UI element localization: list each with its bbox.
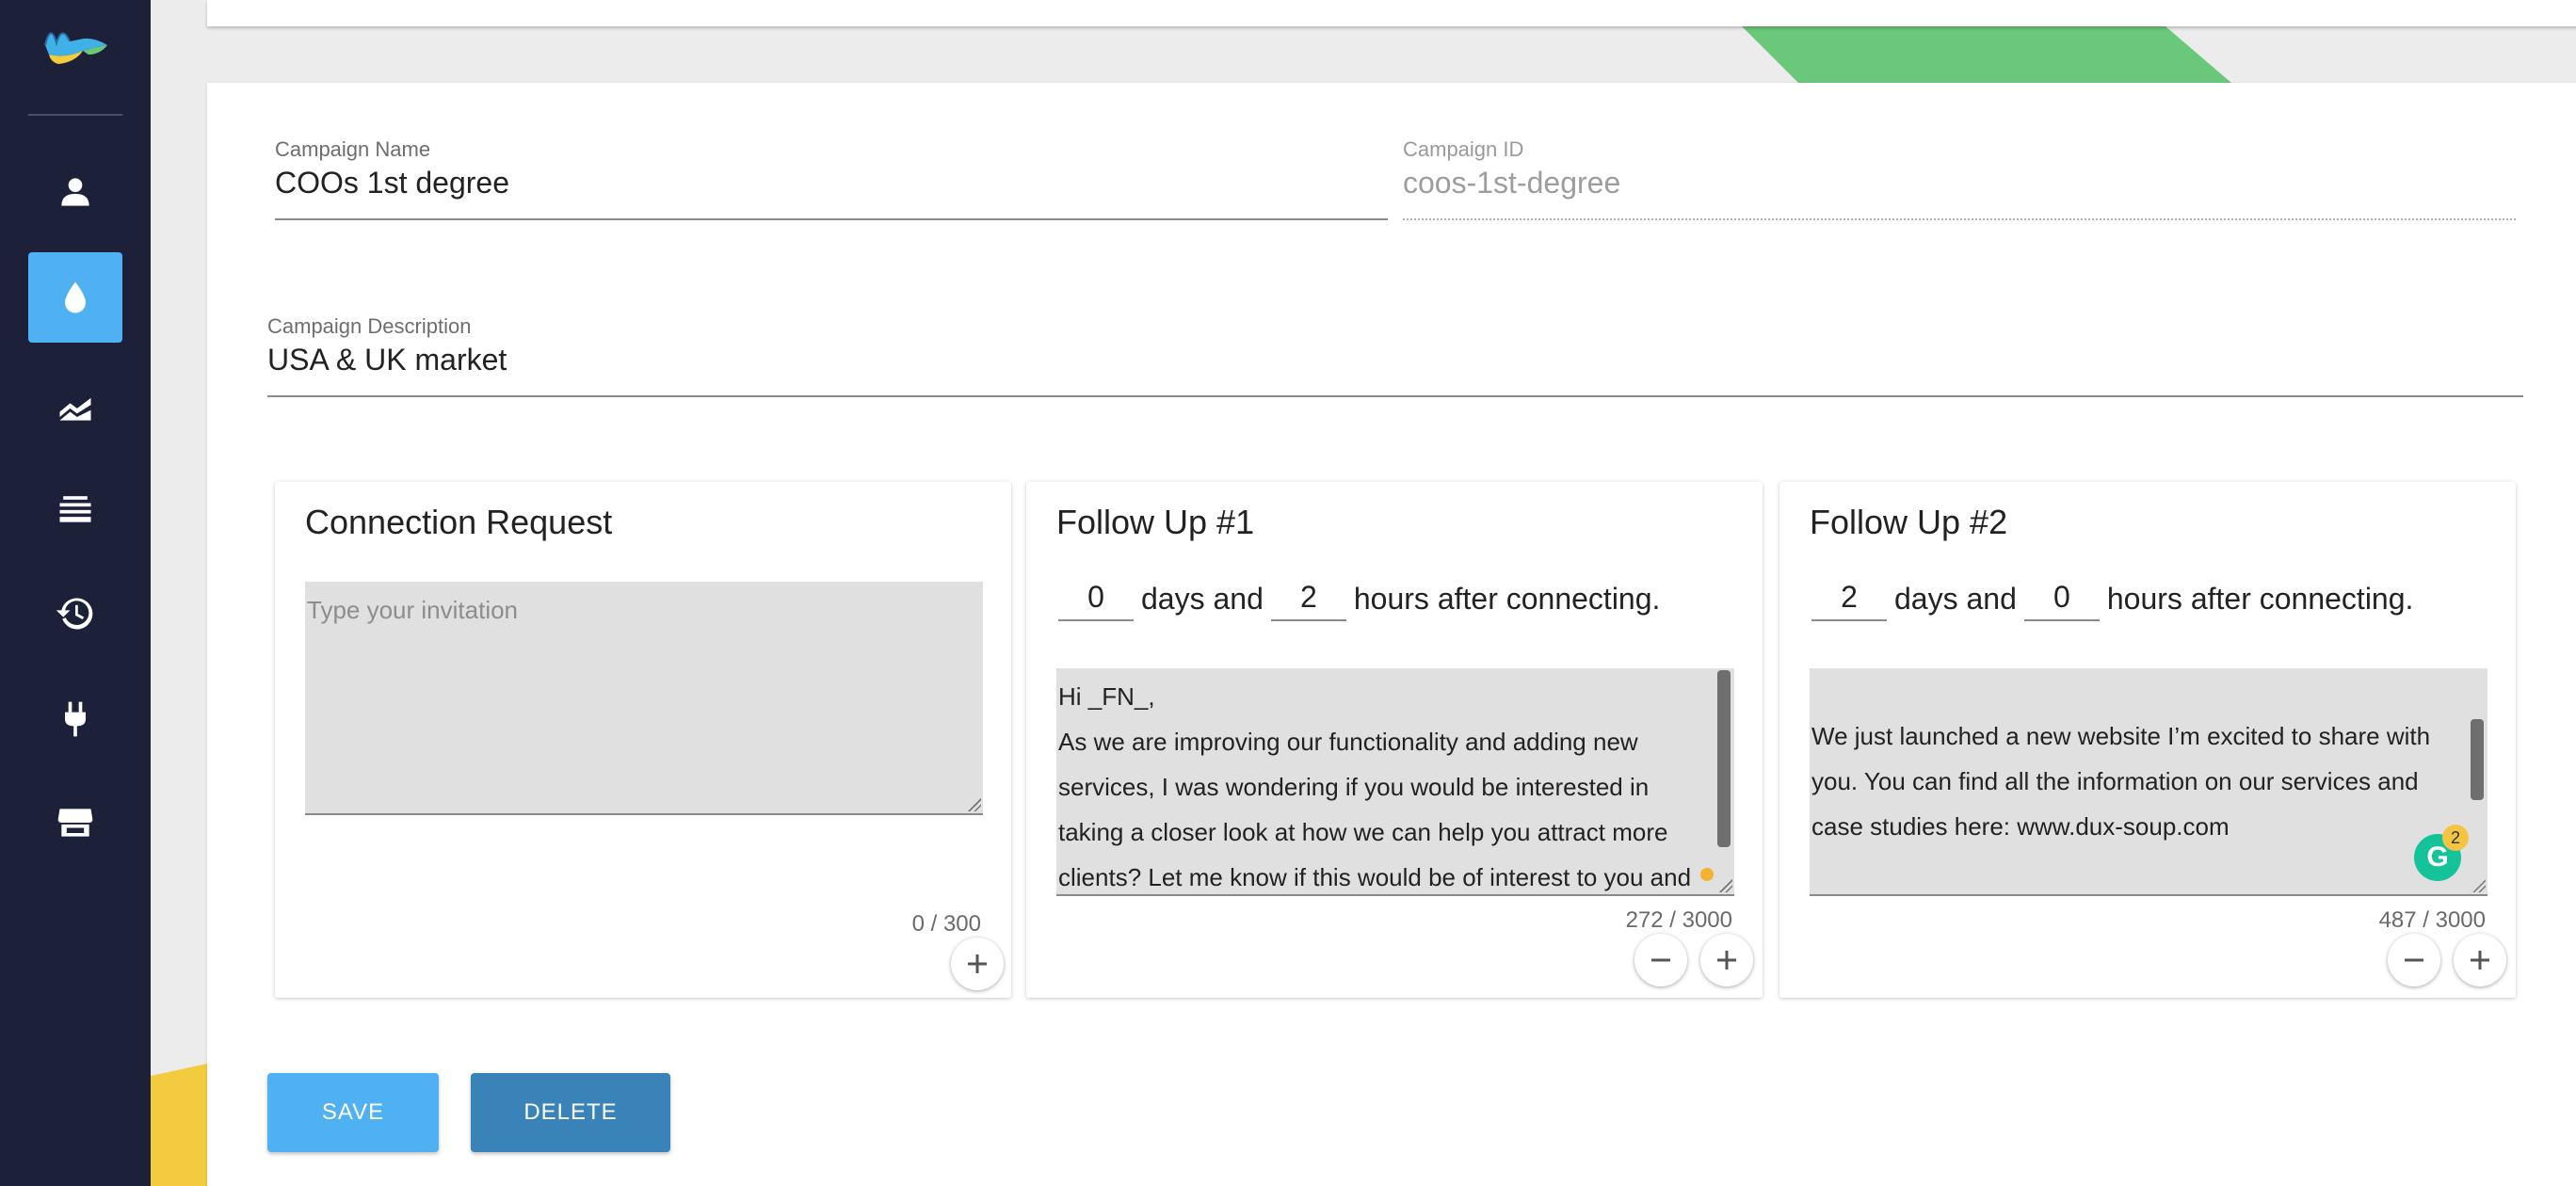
follow-up-1-days-input[interactable]: 0 [1058,576,1134,621]
connection-request-title: Connection Request [305,503,613,541]
delete-button[interactable]: DELETE [471,1073,670,1152]
message-line: case studies here: www.dux-soup.com [1811,812,2230,841]
add-message-button[interactable] [951,938,1004,990]
remove-message-button[interactable] [1634,934,1687,986]
campaign-id-field: Campaign ID coos-1st-degree [1403,137,2516,220]
message-line: We just launched a new website I’m excit… [1811,722,2431,750]
sidebar-item-queue[interactable] [28,463,122,553]
plus-icon [968,954,987,973]
sidebar [0,0,151,1186]
follow-up-2-counter: 487 / 3000 [2378,907,2486,933]
scrollbar[interactable] [2471,719,2484,800]
store-icon [57,809,93,837]
connection-request-placeholder: Type your invitation [307,596,519,624]
grammarly-dot-icon [1700,868,1714,881]
follow-up-2-days-input[interactable]: 2 [1811,576,1887,621]
resize-handle[interactable] [2472,879,2486,892]
message-line: services, I was wondering if you would b… [1058,773,1650,801]
sidebar-item-campaigns[interactable] [28,252,122,343]
campaign-name-label: Campaign Name [275,137,431,161]
plus-icon [1717,951,1736,970]
drop-icon [65,281,86,313]
follow-up-1-counter: 272 / 3000 [1625,907,1732,933]
campaign-description-input[interactable]: USA & UK market [267,343,507,377]
plus-icon [2471,951,2489,970]
resize-handle[interactable] [1719,879,1732,892]
sidebar-item-statistics[interactable] [28,361,122,452]
message-line: taking a closer look at how we can help … [1058,818,1668,846]
campaign-id-label: Campaign ID [1403,137,1524,161]
sidebar-item-history[interactable] [28,569,122,659]
campaign-name-field[interactable]: Campaign Name COOs 1st degree [275,137,1388,220]
follow-up-2-title: Follow Up #2 [1810,503,2008,541]
days-label: days and [1894,581,2017,616]
follow-up-1-title: Follow Up #1 [1056,503,1255,541]
sidebar-item-profile[interactable] [28,147,122,237]
add-message-button[interactable] [2454,934,2506,986]
campaign-description-field[interactable]: Campaign Description USA & UK market [267,314,2523,397]
message-line: As we are improving our functionality an… [1058,728,1638,756]
follow-up-1-card: Follow Up #1 0 days and 2 hours after co… [1026,482,1763,998]
campaign-name-input[interactable]: COOs 1st degree [275,166,509,200]
message-line: Hi _FN_, [1058,682,1155,711]
remove-message-button[interactable] [2388,934,2440,986]
history-icon [56,598,93,630]
sidebar-item-integrations[interactable] [28,674,122,764]
plug-icon [65,701,86,737]
hours-label: hours after connecting. [2106,581,2414,616]
save-button[interactable]: SAVE [267,1073,439,1152]
follow-up-1-textarea[interactable]: Hi _FN_, As we are improving our functio… [1056,668,1734,896]
follow-up-2-card: Follow Up #2 2 days and 0 hours after co… [1779,482,2516,998]
connection-request-textarea[interactable]: Type your invitation [305,582,983,815]
campaign-description-label: Campaign Description [267,314,472,338]
follow-up-2-hours-input[interactable]: 0 [2023,576,2100,621]
connection-request-card: Connection Request Type your invitation … [275,482,1011,998]
follow-up-1-timing: 0 days and 2 hours after connecting. [1056,576,1666,621]
decor-green-shape [1742,26,2231,83]
dux-soup-logo[interactable] [38,17,117,73]
hours-label: hours after connecting. [1353,581,1661,616]
decor-yellow-shape [151,1064,207,1186]
list-icon [59,496,91,522]
follow-up-2-timing: 2 days and 0 hours after connecting. [1810,576,2419,621]
minus-icon [1651,958,1670,962]
campaign-id-value: coos-1st-degree [1403,166,1621,200]
message-line: you. You can find all the information on… [1811,767,2419,795]
chart-icon [59,397,91,421]
person-icon [61,178,89,206]
follow-up-2-textarea[interactable]: We just launched a new website I’m excit… [1810,668,2487,896]
grammarly-count-badge: 2 [2442,825,2469,851]
scrollbar[interactable] [1717,670,1731,847]
add-message-button[interactable] [1700,934,1753,986]
top-card [207,0,2576,26]
sidebar-item-store[interactable] [28,777,122,868]
message-line: clients? Let me know if this would be of… [1058,863,1692,891]
minus-icon [2405,958,2423,962]
days-label: days and [1141,581,1264,616]
resize-handle[interactable] [968,798,981,811]
sidebar-divider [28,114,122,116]
connection-request-counter: 0 / 300 [911,911,981,937]
follow-up-1-hours-input[interactable]: 2 [1270,576,1346,621]
